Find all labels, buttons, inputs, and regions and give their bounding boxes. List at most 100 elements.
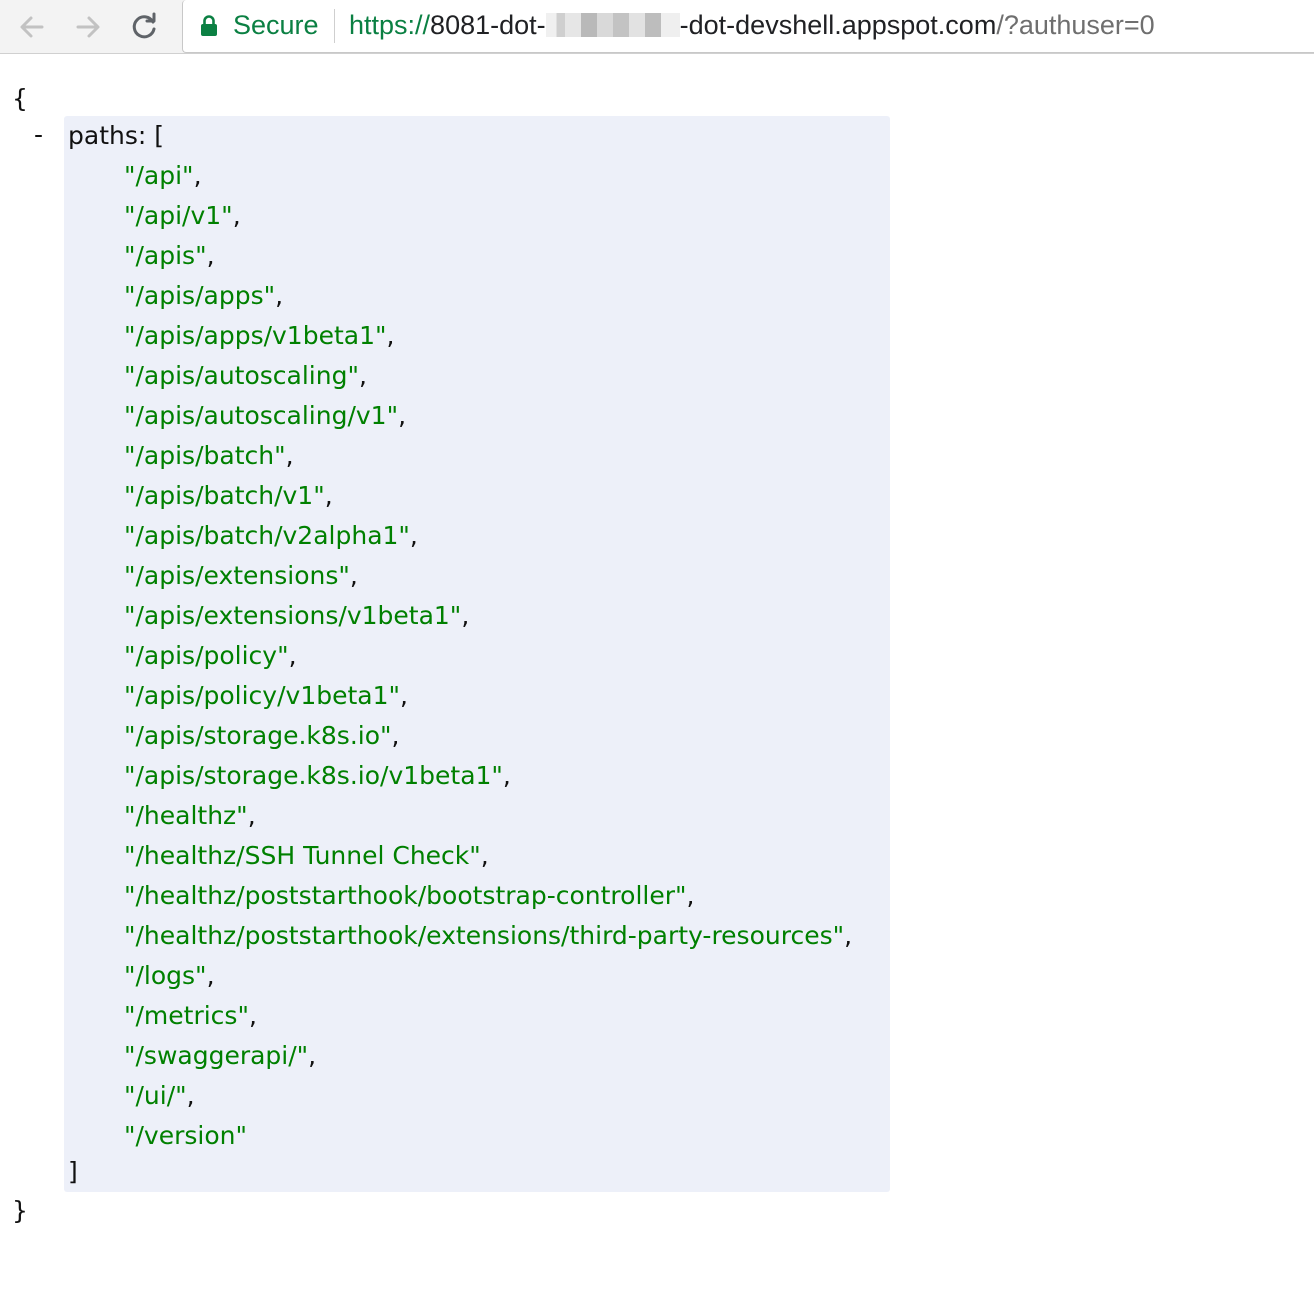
path-string: "/metrics" (124, 1001, 249, 1030)
comma: , (248, 1001, 257, 1030)
path-string: "/apis/extensions/v1beta1" (124, 601, 462, 630)
back-button[interactable] (14, 9, 50, 45)
list-item: "/logs", (124, 956, 852, 996)
path-string: "/apis/storage.k8s.io/v1beta1" (124, 761, 503, 790)
list-item: "/apis/batch", (124, 436, 852, 476)
path-string: "/apis/batch/v1" (124, 481, 325, 510)
list-item: "/apis/storage.k8s.io/v1beta1", (124, 756, 852, 796)
url-host-start: 8081-dot- (430, 10, 546, 40)
comma: , (308, 1041, 317, 1070)
list-item: "/api/v1", (124, 196, 852, 236)
comma: , (288, 641, 297, 670)
list-item: "/apis", (124, 236, 852, 276)
browser-toolbar: Secure https://8081-dot- -dot-devshell.ap… (0, 0, 1314, 54)
property-key-line: paths: [ (68, 120, 164, 152)
comma: , (349, 561, 358, 590)
url-scheme: https:// (349, 10, 431, 40)
comma: , (686, 881, 695, 910)
path-string: "/apis/apps/v1beta1" (124, 321, 387, 350)
secure-label: Secure (233, 10, 319, 40)
list-item: "/apis/autoscaling", (124, 356, 852, 396)
comma: , (844, 921, 853, 950)
reload-button[interactable] (126, 9, 162, 45)
url-host-end: -dot-devshell.appspot.com (679, 10, 997, 40)
path-string: "/healthz/poststarthook/bootstrap-contro… (124, 881, 687, 910)
path-string: "/logs" (124, 961, 207, 990)
path-string: "/apis/autoscaling" (124, 361, 359, 390)
comma: , (193, 161, 202, 190)
json-viewer: { - paths: [ "/api", "/api/v1", "/apis", "/… (0, 54, 1314, 1292)
list-item: "/apis/batch/v1", (124, 476, 852, 516)
collapse-toggle[interactable]: - (34, 120, 43, 150)
path-string: "/swaggerapi/" (124, 1041, 309, 1070)
comma: , (480, 841, 489, 870)
url-path: /?authuser=0 (996, 10, 1155, 40)
list-item: "/healthz/poststarthook/bootstrap-contro… (124, 876, 852, 916)
path-string: "/api/v1" (124, 201, 233, 230)
comma: , (398, 401, 407, 430)
path-string: "/healthz/poststarthook/extensions/third… (124, 921, 845, 950)
path-string: "/version" (124, 1121, 247, 1150)
list-item: "/apis/apps", (124, 276, 852, 316)
path-string: "/apis/extensions" (124, 561, 350, 590)
comma: , (206, 241, 215, 270)
path-string: "/apis/batch" (124, 441, 286, 470)
comma: , (186, 1081, 195, 1110)
property-key: paths (68, 121, 138, 150)
list-item: "/swaggerapi/", (124, 1036, 852, 1076)
path-string: "/healthz" (124, 801, 248, 830)
omnibox-divider (334, 9, 335, 43)
list-item: "/metrics", (124, 996, 852, 1036)
comma: , (502, 761, 511, 790)
path-string: "/apis/autoscaling/v1" (124, 401, 399, 430)
comma: , (324, 481, 333, 510)
list-item: "/apis/batch/v2alpha1", (124, 516, 852, 556)
comma: , (386, 321, 395, 350)
list-item: "/apis/apps/v1beta1", (124, 316, 852, 356)
list-item: "/apis/policy/v1beta1", (124, 676, 852, 716)
list-item: "/api", (124, 156, 852, 196)
list-item: "/version" (124, 1116, 852, 1156)
arrow-left-icon (20, 16, 44, 38)
paths-array: "/api", "/api/v1", "/apis", "/apis/apps", "/… (124, 156, 852, 1156)
list-item: "/healthz/SSH Tunnel Check", (124, 836, 852, 876)
comma: , (285, 441, 294, 470)
url-text[interactable]: https://8081-dot- -dot-devshell.appspot.c… (349, 10, 1155, 41)
forward-button[interactable] (70, 9, 106, 45)
array-close-bracket: ] (68, 1157, 78, 1186)
path-string: "/apis/batch/v2alpha1" (124, 521, 410, 550)
path-string: "/healthz/SSH Tunnel Check" (124, 841, 481, 870)
reload-icon (132, 12, 156, 39)
list-item: "/apis/storage.k8s.io", (124, 716, 852, 756)
json-close-brace: } (12, 1196, 28, 1225)
arrow-right-icon (76, 16, 100, 38)
path-string: "/apis/policy/v1beta1" (124, 681, 401, 710)
list-item: "/ui/", (124, 1076, 852, 1116)
list-item: "/apis/extensions/v1beta1", (124, 596, 852, 636)
address-bar[interactable]: Secure https://8081-dot- -dot-devshell.ap… (182, 0, 1314, 53)
list-item: "/apis/extensions", (124, 556, 852, 596)
comma: , (358, 361, 367, 390)
path-string: "/api" (124, 161, 194, 190)
lock-icon (201, 15, 217, 36)
comma: , (247, 801, 256, 830)
comma: , (275, 281, 284, 310)
redacted-url-segment (545, 13, 680, 37)
path-string: "/ui/" (124, 1081, 187, 1110)
path-string: "/apis/policy" (124, 641, 289, 670)
paths-property: paths: [ "/api", "/api/v1", "/apis", "/apis… (64, 116, 890, 1192)
comma: , (206, 961, 215, 990)
comma: , (232, 201, 241, 230)
list-item: "/apis/policy", (124, 636, 852, 676)
path-string: "/apis" (124, 241, 207, 270)
comma: , (409, 521, 418, 550)
list-item: "/apis/autoscaling/v1", (124, 396, 852, 436)
property-key-suffix: : [ (137, 121, 164, 150)
comma: , (461, 601, 470, 630)
comma: , (400, 681, 408, 710)
comma: , (391, 721, 400, 750)
path-string: "/apis/storage.k8s.io" (124, 721, 392, 750)
path-string: "/apis/apps" (124, 281, 276, 310)
list-item: "/healthz", (124, 796, 852, 836)
json-open-brace: { (12, 84, 28, 113)
